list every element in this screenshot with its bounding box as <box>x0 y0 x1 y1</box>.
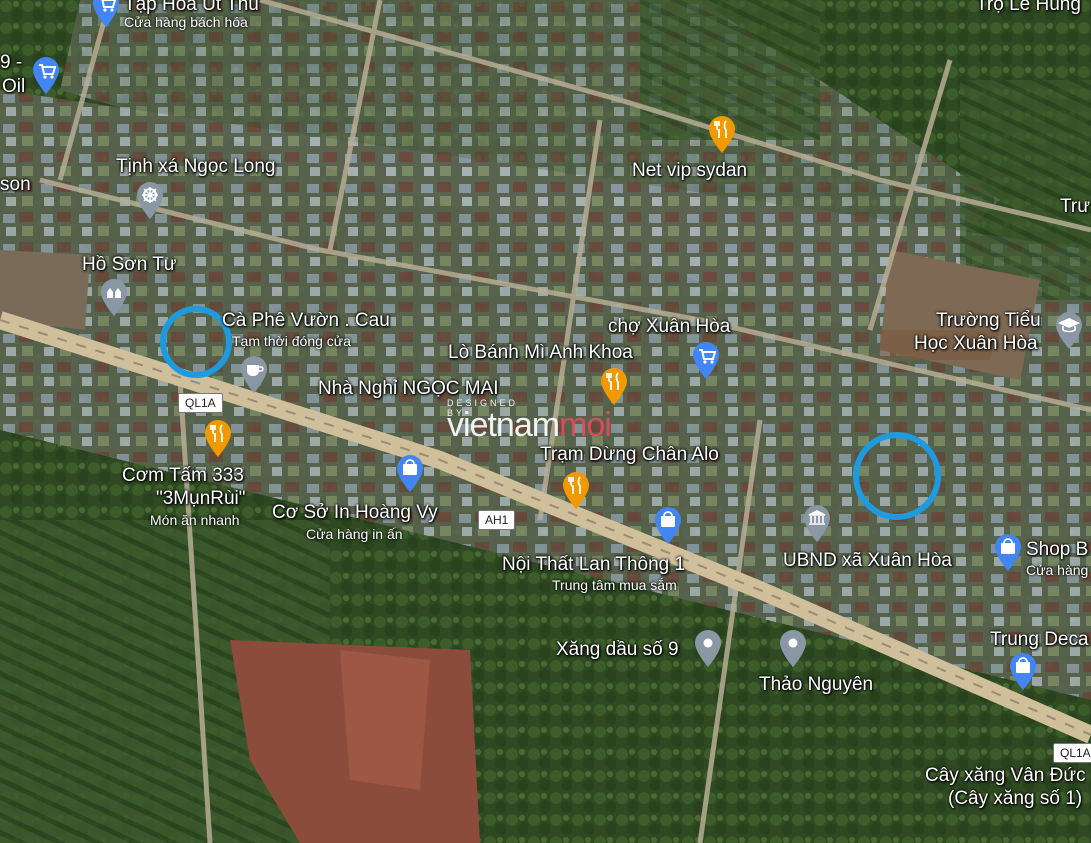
place-name-line2: Học Xuân Hòa <box>914 333 1038 354</box>
place-name: Xăng dầu số 9 <box>556 639 679 660</box>
fork-knife-icon <box>601 368 627 405</box>
location-pin-icon <box>780 630 806 667</box>
place-name: Trạm Dừng Chân Alo <box>540 444 719 465</box>
fork-knife-icon <box>563 472 589 509</box>
road-shield: AH1 <box>478 510 516 530</box>
place-name: Cơ Sở In Hoàng Vy <box>272 502 438 523</box>
place-category: Trung tâm mua sắm <box>552 577 677 593</box>
place-status: Tạm thời đóng cửa <box>232 333 351 349</box>
watermark-brand-accent: moi <box>559 406 612 444</box>
place-name: Cây xăng Vân Đức <box>925 765 1086 786</box>
place-name: Tịnh xá Ngọc Long <box>116 156 276 177</box>
place-name: Nhà Nghỉ NGỌC MAI <box>318 378 499 399</box>
place-name: Tạp Hóa Út Thu <box>124 0 259 15</box>
place-category: Cửa hàng bách hóa <box>124 14 248 30</box>
place-name-line2: (Cây xăng số 1) <box>948 788 1083 809</box>
shopping-cart-icon <box>693 342 719 379</box>
place-name-line2: Oil <box>2 76 26 97</box>
shopping-cart-icon <box>93 0 119 27</box>
coffee-cup-icon <box>241 356 267 393</box>
fork-knife-icon <box>709 116 735 153</box>
place-name: Cà Phê Vườn . Cau <box>222 310 390 331</box>
dharma-wheel-icon <box>137 182 163 219</box>
watermark-logo: vietnammoi <box>447 406 612 445</box>
place-name: Trường Tiểu <box>936 310 1041 331</box>
place-category: Món ăn nhanh <box>150 512 240 528</box>
shopping-bag-icon <box>1010 653 1036 690</box>
fork-knife-icon <box>205 420 231 457</box>
place-name: Lò Bánh Mì Anh Khoa <box>448 342 633 363</box>
shopping-bag-icon <box>397 455 423 492</box>
watermark-brand-main: vietnam <box>447 406 560 444</box>
place-name: Trung Deca <box>990 629 1089 650</box>
place-name: son <box>0 174 31 195</box>
location-pin-icon <box>695 630 721 667</box>
highlight-circle <box>853 432 941 520</box>
government-building-icon <box>804 505 830 542</box>
place-name: Hồ Sơn Tư <box>82 254 177 275</box>
place-name: Nội Thất Lan Thông 1 <box>502 554 686 575</box>
place-name: 9 - <box>0 52 23 73</box>
temple-icon <box>101 279 127 316</box>
place-name-extra: "3MụnRùi" <box>156 488 246 509</box>
place-name: Cơm Tấm 333 <box>122 465 244 486</box>
shopping-bag-icon <box>655 507 681 544</box>
place-name: Thảo Nguyên <box>759 674 874 695</box>
place-name: Trọ Lê Hùng <box>976 0 1081 15</box>
place-name: chợ Xuân Hòa <box>608 316 731 337</box>
place-name: Trư <box>1060 196 1090 217</box>
shopping-bag-icon <box>995 534 1021 571</box>
graduation-cap-icon <box>1056 312 1082 349</box>
satellite-map[interactable]: QL1A AH1 QL1A DESIGNED BY vietnammoi Tạp… <box>0 0 1091 843</box>
place-category: Cửa hàng in ấn <box>306 526 403 542</box>
place-name: UBND xã Xuân Hòa <box>783 550 952 571</box>
road-shield: QL1A <box>1053 743 1091 763</box>
place-name: Net vip sydan <box>632 160 748 181</box>
place-name: Shop B <box>1026 539 1089 560</box>
road-shield: QL1A <box>178 393 223 413</box>
shopping-cart-icon <box>33 57 59 94</box>
place-category: Cửa hàng <box>1026 562 1089 578</box>
